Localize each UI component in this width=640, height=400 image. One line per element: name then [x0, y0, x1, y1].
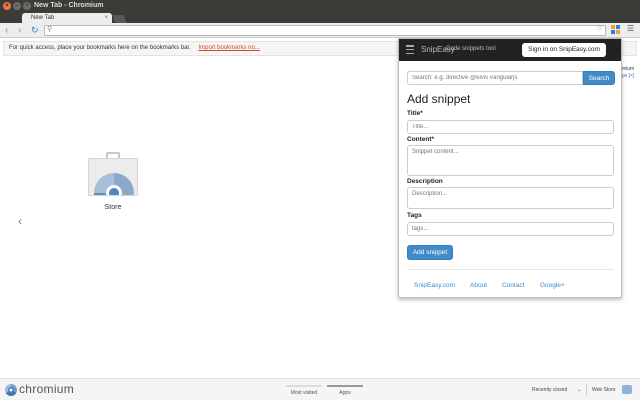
footer-brand: chromium — [19, 382, 75, 396]
description-field[interactable] — [407, 187, 614, 209]
import-bookmarks-link[interactable]: Import bookmarks no... — [198, 45, 259, 51]
contact-link[interactable]: Contact — [502, 282, 524, 289]
web-store-link[interactable]: Web Store — [592, 387, 616, 393]
store-icon — [88, 158, 138, 196]
content-label: Content* — [407, 136, 435, 143]
web-store-icon[interactable] — [622, 385, 632, 394]
omnibox-input[interactable] — [55, 26, 595, 35]
footer-tab-most-visited[interactable]: Most visited — [286, 385, 322, 396]
search-icon: ⚲ — [47, 26, 53, 33]
back-arrow-icon[interactable]: ‹ — [5, 25, 8, 36]
forward-arrow-icon[interactable]: › — [18, 25, 21, 36]
hidden-text-peek: mium — [622, 66, 635, 72]
description-label: Description — [407, 178, 443, 185]
close-window-icon[interactable]: × — [3, 2, 11, 10]
tab-new-tab[interactable]: New Tab × — [22, 13, 112, 23]
footer-tab-label: Apps — [339, 390, 351, 396]
content-field[interactable] — [407, 145, 614, 176]
snipeasy-popup: SnipEasy Code snippets tool Sign in on S… — [398, 38, 622, 298]
tab-strip: New Tab × — [0, 12, 640, 23]
snippet-search-input[interactable] — [407, 71, 583, 85]
snipeasy-extension-icon[interactable] — [611, 25, 620, 34]
search-button[interactable]: Search — [583, 71, 615, 85]
window-title: New Tab - Chromium — [34, 2, 104, 9]
window-controls: × – + — [3, 2, 31, 10]
popup-tagline: Code snippets tool — [446, 46, 496, 52]
menu-icon[interactable]: ☰ — [627, 24, 634, 33]
title-label: Title* — [407, 110, 423, 117]
bookmarks-bar-message: For quick access, place your bookmarks h… — [9, 45, 191, 51]
toolbar: ‹ › ↻ ⚲ ☆ ☰ — [0, 23, 640, 38]
maximize-window-icon[interactable]: + — [23, 2, 31, 10]
store-app-label: Store — [104, 204, 122, 211]
about-link[interactable]: About — [470, 282, 487, 289]
recently-closed-menu[interactable]: Recently closed — [532, 387, 567, 393]
minimize-window-icon[interactable]: – — [13, 2, 21, 10]
chromium-logo-icon — [5, 384, 17, 396]
snipeasy-site-link[interactable]: SnipEasy.com — [414, 282, 455, 289]
store-app-tile[interactable] — [88, 152, 138, 196]
bookmark-star-icon[interactable]: ☆ — [596, 23, 603, 33]
tab-close-icon[interactable]: × — [104, 13, 108, 23]
footer-tab-label: Most visited — [290, 390, 318, 396]
title-bar: × – + New Tab - Chromium — [0, 0, 640, 12]
footer-divider — [586, 384, 587, 396]
hamburger-icon[interactable] — [406, 45, 414, 54]
chromium-window: × – + New Tab - Chromium New Tab × ‹ › ↻… — [0, 0, 640, 400]
sign-in-button[interactable]: Sign in on SnipEasy.com — [522, 43, 606, 57]
omnibox[interactable]: ⚲ — [44, 25, 606, 36]
popup-divider — [407, 269, 614, 270]
hidden-link-peek[interactable]: ps [×] — [622, 73, 634, 79]
title-field[interactable] — [407, 120, 614, 134]
add-snippet-heading: Add snippet — [407, 92, 471, 106]
google-plus-link[interactable]: Google+ — [540, 282, 565, 289]
footer-tab-apps[interactable]: Apps — [327, 385, 363, 396]
tags-label: Tags — [407, 212, 422, 219]
new-tab-footer: chromium Most visited Apps Recently clos… — [0, 378, 640, 400]
reload-icon[interactable]: ↻ — [31, 25, 39, 36]
new-tab-button[interactable] — [112, 15, 127, 23]
recently-closed-arrow-icon[interactable]: ⌄ — [577, 387, 581, 393]
add-snippet-button[interactable]: Add snippet — [407, 245, 453, 260]
search-row: Search — [407, 71, 615, 85]
popup-header: SnipEasy Code snippets tool Sign in on S… — [399, 39, 621, 61]
tags-field[interactable] — [407, 222, 614, 236]
previous-page-arrow-icon[interactable]: ‹ — [18, 214, 22, 228]
tab-label: New Tab — [31, 15, 55, 21]
